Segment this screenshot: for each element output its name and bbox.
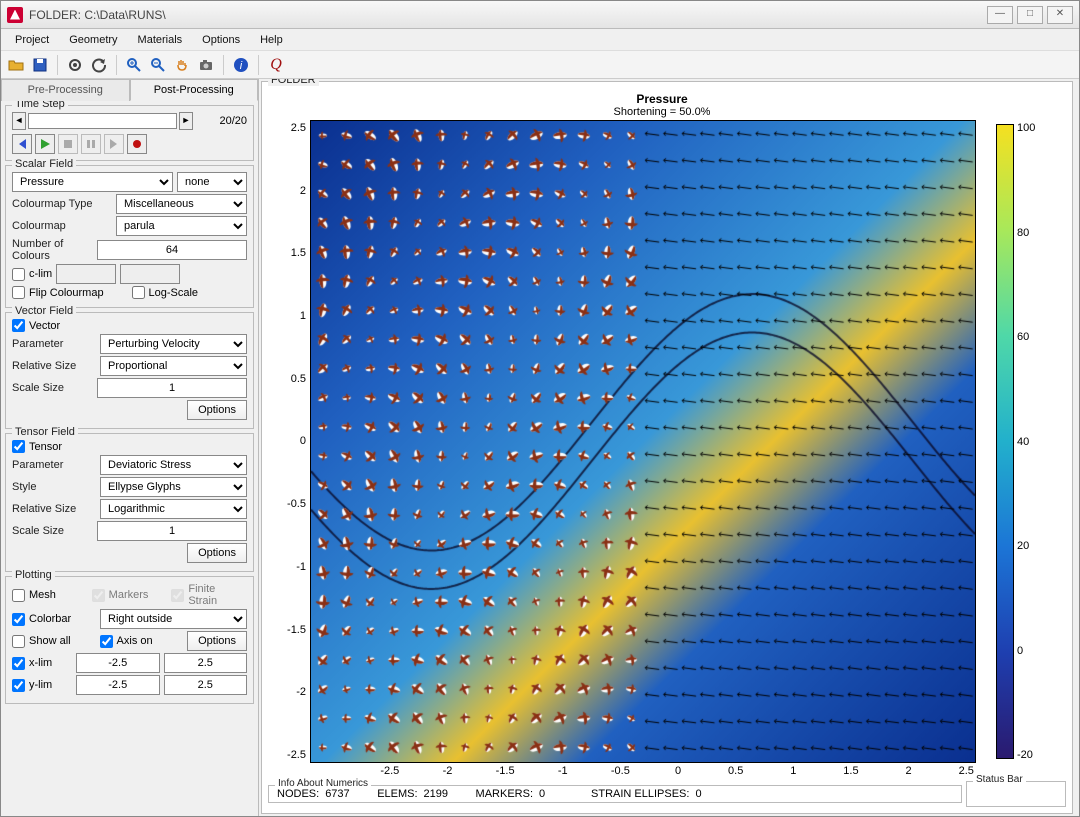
colorbar-ticks: 100806040200-20 (1014, 120, 1035, 763)
media-pause[interactable] (81, 134, 101, 154)
vector-group: Vector Field Vector ParameterPerturbing … (5, 312, 254, 429)
scalar-second-select[interactable]: none (177, 172, 247, 192)
plot-canvas[interactable] (310, 120, 976, 763)
scalar-param-select[interactable]: Pressure (12, 172, 173, 192)
ncolours-input[interactable] (97, 240, 247, 260)
close-button[interactable]: ✕ (1047, 6, 1073, 24)
media-first[interactable] (12, 134, 32, 154)
colorbar-pos-select[interactable]: Right outside (100, 609, 247, 629)
window-title: FOLDER: C:\Data\RUNS\ (29, 8, 987, 22)
titlebar: FOLDER: C:\Data\RUNS\ — □ ✕ (1, 1, 1079, 29)
scalar-group: Scalar Field Pressure none Colourmap Typ… (5, 165, 254, 308)
vector-param-select[interactable]: Perturbing Velocity (100, 334, 247, 354)
menubar: Project Geometry Materials Options Help (1, 29, 1079, 51)
x-axis: -2.5-2-1.5-1-0.500.511.522.5 (329, 763, 995, 777)
colorbar (996, 124, 1014, 759)
timestep-next[interactable]: ► (179, 112, 193, 130)
pan-icon[interactable] (171, 54, 193, 76)
menu-project[interactable]: Project (5, 34, 59, 46)
toolbar: i Q (1, 51, 1079, 79)
refresh-icon[interactable] (88, 54, 110, 76)
flip-colourmap-check[interactable] (12, 286, 25, 299)
tensor-relsize-select[interactable]: Logarithmic (100, 499, 247, 519)
logscale-check[interactable] (132, 286, 145, 299)
axison-check[interactable] (100, 635, 113, 648)
fstrain-check (171, 589, 184, 602)
clim-lo (56, 264, 116, 284)
numerics-info: Info About Numerics NODES:6737 ELEMS:219… (268, 785, 962, 803)
showall-check[interactable] (12, 635, 25, 648)
colourmap-select[interactable]: parula (116, 216, 247, 236)
chart-title: Pressure (636, 92, 687, 106)
vector-scale-input[interactable] (97, 378, 247, 398)
vector-relsize-select[interactable]: Proportional (100, 356, 247, 376)
xlim-check[interactable] (12, 657, 25, 670)
vector-check[interactable] (12, 319, 25, 332)
y-axis: 2.521.510.50-0.5-1-1.5-2-2.5 (278, 120, 310, 763)
tensor-param-select[interactable]: Deviatoric Stress (100, 455, 247, 475)
maximize-button[interactable]: □ (1017, 6, 1043, 24)
clim-check[interactable] (12, 268, 25, 281)
ylim-check[interactable] (12, 679, 25, 692)
media-stop[interactable] (58, 134, 78, 154)
menu-help[interactable]: Help (250, 34, 293, 46)
quit-icon[interactable]: Q (265, 54, 287, 76)
minimize-button[interactable]: — (987, 6, 1013, 24)
tensor-group: Tensor Field Tensor ParameterDeviatoric … (5, 433, 254, 572)
ylim-hi-input[interactable] (164, 675, 248, 695)
colourmap-type-select[interactable]: Miscellaneous (116, 194, 247, 214)
plot-frame: FOLDER Pressure Shortening = 50.0% 2.521… (261, 81, 1073, 814)
xlim-lo-input[interactable] (76, 653, 160, 673)
tab-postprocessing[interactable]: Post-Processing (130, 79, 259, 101)
xlim-hi-input[interactable] (164, 653, 248, 673)
zoom-out-icon[interactable] (147, 54, 169, 76)
chart-subtitle: Shortening = 50.0% (614, 106, 711, 118)
timestep-prev[interactable]: ◄ (12, 112, 26, 130)
menu-geometry[interactable]: Geometry (59, 34, 127, 46)
left-panel: Pre-Processing Post-Processing Time Step… (1, 79, 259, 816)
gear-icon[interactable] (64, 54, 86, 76)
info-icon[interactable]: i (230, 54, 252, 76)
media-record[interactable] (127, 134, 147, 154)
tensor-scale-input[interactable] (97, 521, 247, 541)
markers-check (92, 589, 105, 602)
save-icon[interactable] (29, 54, 51, 76)
timestep-slider[interactable] (28, 113, 177, 129)
open-icon[interactable] (5, 54, 27, 76)
tensor-options-button[interactable]: Options (187, 543, 247, 563)
menu-materials[interactable]: Materials (128, 34, 193, 46)
media-play[interactable] (35, 134, 55, 154)
tensor-check[interactable] (12, 440, 25, 453)
vector-options-button[interactable]: Options (187, 400, 247, 420)
ylim-lo-input[interactable] (76, 675, 160, 695)
timestep-group: Time Step ◄ ► 20/20 (5, 105, 254, 161)
mesh-check[interactable] (12, 589, 25, 602)
app-window: FOLDER: C:\Data\RUNS\ — □ ✕ Project Geom… (0, 0, 1080, 817)
media-last[interactable] (104, 134, 124, 154)
timestep-display: 20/20 (197, 115, 247, 127)
plot-options-button[interactable]: Options (187, 631, 247, 651)
colorbar-check[interactable] (12, 613, 25, 626)
tab-preprocessing[interactable]: Pre-Processing (1, 79, 130, 101)
clim-hi (120, 264, 180, 284)
app-icon (7, 7, 23, 23)
plotting-group: Plotting Mesh Markers Finite Strain Colo… (5, 576, 254, 704)
menu-options[interactable]: Options (192, 34, 250, 46)
camera-icon[interactable] (195, 54, 217, 76)
tensor-style-select[interactable]: Ellypse Glyphs (100, 477, 247, 497)
zoom-in-icon[interactable] (123, 54, 145, 76)
status-bar: Status Bar (966, 781, 1066, 807)
right-panel: FOLDER Pressure Shortening = 50.0% 2.521… (259, 79, 1079, 816)
